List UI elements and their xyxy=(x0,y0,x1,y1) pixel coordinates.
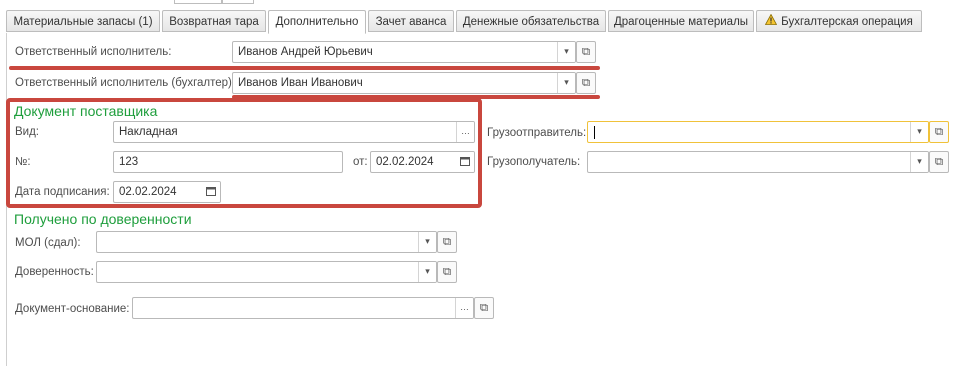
open-form-icon[interactable]: ⧉ xyxy=(929,121,949,143)
toolbar-stub-right xyxy=(222,0,254,4)
kind-field[interactable]: Накладная … xyxy=(113,121,475,143)
tab-label: Возвратная тара xyxy=(169,16,259,28)
date-from-label: от: xyxy=(353,156,368,168)
consignee-field[interactable]: ▾ xyxy=(587,151,929,173)
proxy-field[interactable]: ▾ xyxy=(96,261,437,283)
sign-date-field[interactable]: 02.02.2024 xyxy=(113,181,221,203)
responsible-accountant-value: Иванов Иван Иванович xyxy=(238,77,363,89)
chevron-down-icon[interactable]: ▾ xyxy=(418,262,436,282)
open-form-icon[interactable]: ⧉ xyxy=(437,231,457,253)
responsible-value: Иванов Андрей Юрьевич xyxy=(238,46,373,58)
sign-date-value: 02.02.2024 xyxy=(119,186,177,198)
tab-advance-offset[interactable]: Зачет аванса xyxy=(368,10,454,32)
responsible-label: Ответственный исполнитель: xyxy=(15,46,172,58)
highlight-underline-1 xyxy=(9,66,600,70)
responsible-accountant-field[interactable]: Иванов Иван Иванович ▾ xyxy=(232,72,576,94)
open-form-icon[interactable]: ⧉ xyxy=(929,151,949,173)
proxy-title: Получено по доверенности xyxy=(14,211,192,227)
number-value: 123 xyxy=(119,156,139,168)
supplier-doc-title: Документ поставщика xyxy=(14,103,158,119)
base-doc-field[interactable]: … xyxy=(132,297,474,319)
proxy-label: Доверенность: xyxy=(15,266,94,278)
tab-label: Материальные запасы (1) xyxy=(13,16,153,28)
calendar-icon[interactable] xyxy=(202,182,220,202)
text-cursor xyxy=(594,126,595,139)
number-field[interactable]: 123 xyxy=(113,151,343,173)
tab-monetary-obligations[interactable]: Денежные обязательства xyxy=(456,10,606,32)
base-doc-label: Документ-основание: xyxy=(15,303,130,315)
tab-label: Бухгалтерская операция xyxy=(781,16,913,29)
tab-accounting-operation[interactable]: Бухгалтерская операция xyxy=(756,10,922,32)
warning-icon xyxy=(764,11,778,33)
tab-additional[interactable]: Дополнительно xyxy=(268,10,366,34)
tab-label: Денежные обязательства xyxy=(462,16,600,28)
number-label: №: xyxy=(15,156,31,168)
tab-label: Зачет аванса xyxy=(375,16,447,28)
open-form-icon[interactable]: ⧉ xyxy=(437,261,457,283)
kind-value: Накладная xyxy=(119,126,178,138)
tab-materials[interactable]: Материальные запасы (1) xyxy=(6,10,160,32)
chevron-down-icon[interactable]: ▾ xyxy=(910,122,928,142)
doc-date-field[interactable]: 02.02.2024 xyxy=(370,151,475,173)
tab-bar: Материальные запасы (1) Возвратная тара … xyxy=(6,10,974,34)
chevron-down-icon[interactable]: ▾ xyxy=(557,73,575,93)
toolbar-stub-left xyxy=(174,0,222,4)
chevron-down-icon[interactable]: ▾ xyxy=(557,42,575,62)
shipper-field[interactable]: ▾ xyxy=(587,121,929,143)
ellipsis-icon[interactable]: … xyxy=(456,122,474,142)
tab-returnable-tare[interactable]: Возвратная тара xyxy=(162,10,266,32)
sign-date-label: Дата подписания: xyxy=(15,186,110,198)
kind-label: Вид: xyxy=(15,126,39,138)
responsible-field[interactable]: Иванов Андрей Юрьевич ▾ xyxy=(232,41,576,63)
consignee-label: Грузополучатель: xyxy=(487,156,581,168)
open-form-icon[interactable]: ⧉ xyxy=(576,41,596,63)
shipper-label: Грузоотправитель: xyxy=(487,127,587,139)
mol-field[interactable]: ▾ xyxy=(96,231,437,253)
responsible-accountant-label: Ответственный исполнитель (бухгалтер): xyxy=(15,77,236,89)
tab-precious-materials[interactable]: Драгоценные материалы xyxy=(608,10,754,32)
chevron-down-icon[interactable]: ▾ xyxy=(418,232,436,252)
doc-date-value: 02.02.2024 xyxy=(376,156,434,168)
tab-label: Дополнительно xyxy=(275,16,359,28)
open-form-icon[interactable]: ⧉ xyxy=(474,297,494,319)
open-form-icon[interactable]: ⧉ xyxy=(576,72,596,94)
ellipsis-icon[interactable]: … xyxy=(455,298,473,318)
calendar-icon[interactable] xyxy=(456,152,474,172)
chevron-down-icon[interactable]: ▾ xyxy=(910,152,928,172)
mol-label: МОЛ (сдал): xyxy=(15,237,81,249)
tab-label: Драгоценные материалы xyxy=(613,16,749,28)
